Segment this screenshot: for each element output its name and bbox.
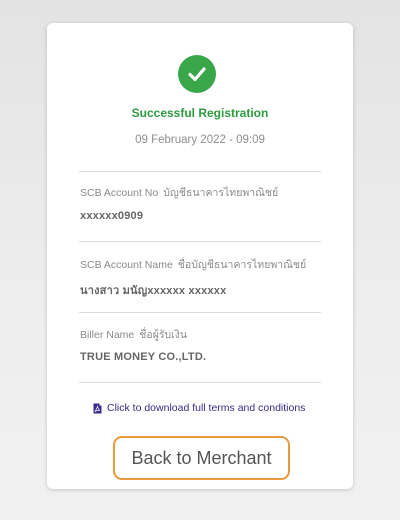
download-terms-link[interactable]: Click to download full terms and conditi… [93, 402, 305, 414]
account-no-value: xxxxxx0909 [80, 210, 144, 222]
account-name-label-en: SCB Account Name [80, 259, 173, 271]
account-no-label-th: บัญชีธนาคารไทยพาณิชย์ [163, 187, 279, 199]
biller-name-label: Biller Name ชื่อผู้รับเงิน [80, 326, 187, 343]
status-date: 09 February 2022 - 09:09 [135, 134, 265, 146]
status-title: Successful Registration [131, 106, 269, 120]
divider [79, 382, 321, 383]
biller-name-label-th: ชื่อผู้รับเงิน [139, 329, 188, 341]
account-name-label: SCB Account Name ชื่อบัญชีธนาคารไทยพาณิชย… [80, 256, 306, 273]
divider [79, 312, 321, 313]
back-to-merchant-button[interactable]: Back to Merchant [113, 436, 290, 480]
account-no-label-en: SCB Account No [80, 187, 159, 199]
divider [79, 171, 321, 172]
biller-name-value: TRUE MONEY CO.,LTD. [80, 351, 207, 363]
divider [79, 241, 321, 242]
account-name-label-th: ชื่อบัญชีธนาคารไทยพาณิชย์ [177, 259, 307, 271]
account-no-label: SCB Account No บัญชีธนาคารไทยพาณิชย์ [80, 184, 278, 201]
download-terms-label: Click to download full terms and conditi… [107, 402, 306, 414]
account-name-value: นางสาว มนัญxxxxxx xxxxxx [80, 285, 227, 297]
registration-result-card: Successful Registration 09 February 2022… [47, 23, 353, 489]
check-circle-icon [178, 55, 216, 93]
biller-name-label-en: Biller Name [80, 329, 135, 341]
pdf-file-icon [93, 403, 102, 414]
